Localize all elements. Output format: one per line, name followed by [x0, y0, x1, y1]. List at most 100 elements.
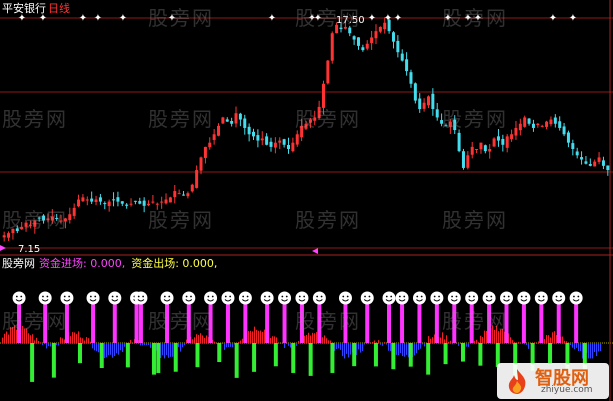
candle-body: [562, 126, 566, 135]
low-pointer-icon: [0, 245, 6, 251]
oscillator-bar: [198, 334, 200, 343]
smiley-eye: [281, 295, 284, 298]
smiley-eye: [560, 295, 562, 298]
candle-body: [182, 194, 186, 196]
oscillator-bar: [474, 340, 476, 343]
candle-body: [81, 197, 85, 202]
smiley-face-disc: [447, 291, 461, 305]
oscillator-bar: [60, 337, 62, 343]
oscillator-bar: [446, 335, 448, 343]
oscillator-bar: [264, 329, 266, 343]
oscillator-bar: [348, 343, 350, 358]
candle-body: [160, 201, 164, 203]
watermark-text: 股旁网: [2, 309, 68, 333]
smiley-face-disc: [338, 291, 352, 305]
oscillator-bar: [280, 343, 282, 344]
smiley-eye: [577, 295, 580, 298]
candle-body: [177, 193, 181, 195]
stock-chart-canvas: ✦ ✦ ✦ ✦ ✦ ✦ ✦ ✦✦ ✦ ✦ ✦ ✦ ✦ ✦ ✦ ✦ 17.50 7.15: [0, 0, 613, 401]
fund-in-bar: [386, 300, 391, 343]
candle-body: [545, 121, 549, 127]
candle-body: [85, 199, 89, 201]
oscillator-bar: [598, 343, 600, 352]
fund-out-bar: [51, 343, 56, 378]
candle-body: [291, 142, 295, 152]
oscillator-bar: [148, 343, 150, 346]
smiley-face-icon: [204, 291, 218, 305]
oscillator-bar: [314, 333, 316, 343]
oscillator-bar: [144, 343, 146, 346]
watermark-text: 股旁网: [2, 208, 68, 232]
smiley-eye: [420, 295, 423, 298]
candle-body: [597, 157, 601, 162]
fund-out-bar: [548, 343, 553, 365]
oscillator-bar: [578, 343, 580, 352]
watermark-text: 股旁网: [295, 107, 361, 131]
smiley-face-disc: [482, 291, 496, 305]
candle-body: [496, 136, 500, 141]
low-price-label: 7.15: [18, 244, 40, 255]
oscillator-bar: [252, 331, 254, 343]
smiley-eye: [555, 295, 558, 298]
smiley-face-icon: [412, 291, 426, 305]
smiley-eye: [451, 295, 453, 298]
smiley-eye: [472, 295, 475, 298]
oscillator-bar: [118, 343, 120, 355]
candle-body: [125, 204, 129, 206]
oscillator-bar: [544, 339, 546, 343]
smiley-eye: [385, 295, 388, 298]
oscillator-bar: [552, 332, 554, 343]
watermark-text: 股旁网: [295, 309, 361, 333]
candle-body: [558, 121, 562, 128]
smiley-eye: [116, 295, 118, 298]
oscillator-bar: [364, 343, 366, 345]
smiley-eye: [63, 295, 66, 298]
stock-name: 平安银行: [2, 2, 46, 15]
fund-in-bar: [138, 300, 143, 343]
smiley-eye: [316, 295, 319, 298]
flame-logo-icon: [508, 369, 526, 394]
candle-body: [107, 201, 111, 207]
oscillator-bar: [178, 343, 180, 347]
candle-body: [238, 113, 242, 120]
oscillator-bar: [132, 343, 134, 344]
smiley-eye: [542, 295, 545, 298]
oscillator-bar: [106, 343, 108, 358]
oscillator-bar: [336, 343, 338, 350]
smiley-face-icon: [260, 291, 274, 305]
smiley-eye: [342, 295, 345, 298]
oscillator-bar: [298, 340, 300, 343]
oscillator-bar: [192, 339, 194, 343]
fund-out-bar: [408, 343, 413, 367]
smiley-face-icon: [482, 291, 496, 305]
smiley-eye: [573, 295, 575, 298]
watermark-text: 股旁网: [148, 6, 214, 30]
oscillator-bar: [282, 343, 284, 344]
oscillator-bar: [424, 343, 426, 347]
oscillator-bar: [254, 326, 256, 343]
oscillator-bar: [308, 332, 310, 343]
oscillator-bar: [56, 343, 58, 346]
oscillator-bar: [346, 343, 348, 354]
fund-in-legend: 资金进场: 0.000,: [39, 257, 126, 270]
oscillator-bar: [32, 334, 34, 343]
oscillator-bar: [248, 331, 250, 343]
oscillator-bar: [404, 343, 406, 357]
smiley-face-icon: [382, 291, 396, 305]
oscillator-bar: [328, 340, 330, 343]
smiley-eye: [503, 295, 506, 298]
smiley-face-icon: [134, 291, 148, 305]
oscillator-bar: [164, 343, 166, 359]
smiley-face-icon: [534, 291, 548, 305]
candle-body: [217, 125, 221, 136]
smiley-eye: [89, 295, 92, 298]
oscillator-bar: [82, 338, 84, 343]
candle-body: [514, 127, 518, 136]
smiley-eye: [15, 295, 18, 298]
oscillator-bar: [40, 342, 42, 344]
smiley-eye: [364, 295, 366, 298]
oscillator-bar: [116, 343, 118, 354]
oscillator-bar: [548, 335, 550, 343]
oscillator-bar: [422, 343, 424, 345]
candle-body: [212, 134, 216, 140]
